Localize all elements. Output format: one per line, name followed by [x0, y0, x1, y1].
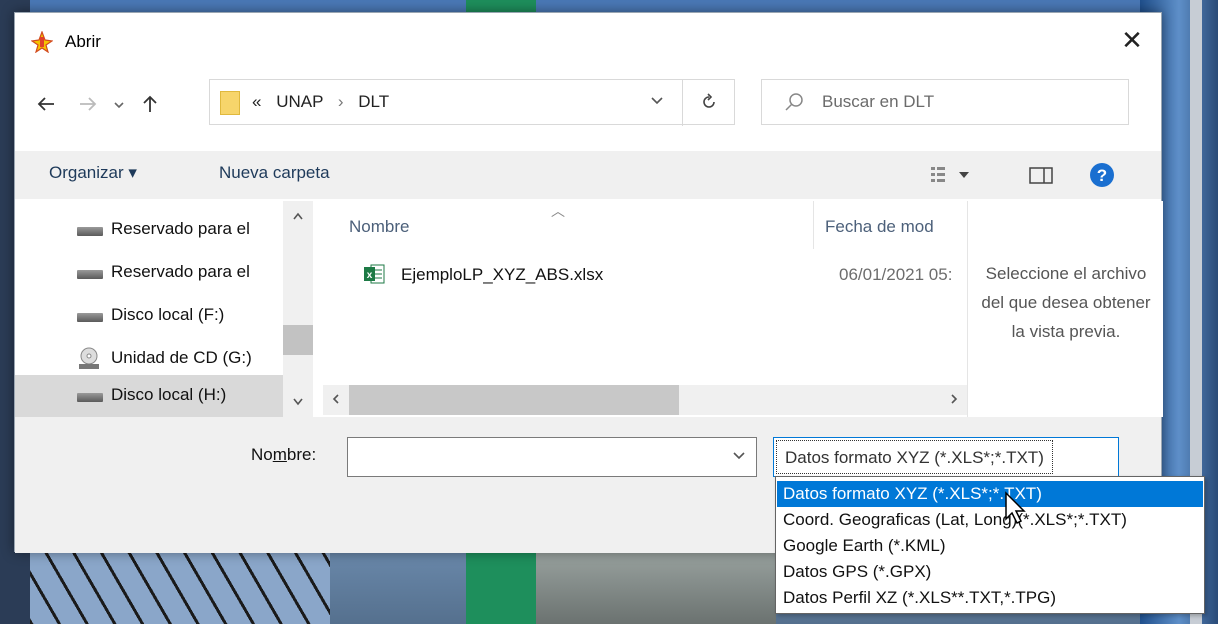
file-name-dropdown-button[interactable]	[722, 438, 756, 476]
new-folder-button[interactable]: Nueva carpeta	[219, 163, 330, 183]
nav-item-label: Disco local (H:)	[111, 385, 227, 404]
nav-item-label: Reservado para el	[111, 219, 250, 238]
breadcrumb-item[interactable]: DLT	[358, 92, 389, 111]
up-button[interactable]	[137, 87, 163, 121]
chevron-left-icon	[332, 394, 339, 404]
chevron-down-icon	[293, 398, 303, 406]
scroll-thumb[interactable]	[283, 325, 313, 355]
address-dropdown-button[interactable]	[634, 80, 680, 126]
organize-button[interactable]: Organizar ▾	[49, 163, 137, 183]
list-item[interactable]: x EjemploLP_XYZ_ABS.xlsx 06/01/2021 05:	[343, 259, 963, 291]
nav-item-label: Reservado para el	[111, 262, 250, 281]
column-header-date[interactable]: Fecha de mod	[825, 217, 934, 237]
drive-icon	[77, 270, 103, 279]
address-bar[interactable]: « UNAP › DLT	[209, 79, 735, 126]
drive-icon	[77, 393, 103, 402]
scroll-right-button[interactable]	[941, 385, 967, 415]
file-list-scrollbar[interactable]	[323, 385, 967, 415]
column-header-name[interactable]: Nombre	[349, 217, 409, 237]
dialog-title: Abrir	[65, 32, 101, 51]
help-icon: ?	[1090, 163, 1114, 187]
preview-pane-icon	[1029, 167, 1053, 184]
forward-button[interactable]	[75, 87, 101, 121]
nav-scrollbar[interactable]	[283, 201, 313, 417]
breadcrumb-overflow[interactable]: «	[252, 92, 261, 111]
toolbar: Organizar ▾ Nueva carpeta ?	[15, 151, 1161, 199]
help-button[interactable]: ?	[1089, 163, 1115, 187]
file-type-option[interactable]: Coord. Geograficas (Lat, Long)(*.XLS*;*.…	[777, 507, 1203, 533]
file-name-label-part: No	[251, 445, 273, 464]
scroll-down-button[interactable]	[283, 387, 313, 417]
drive-icon	[77, 227, 103, 236]
drive-icon	[77, 313, 103, 322]
navigation-pane: Reservado para el Reservado para el Disc…	[15, 201, 315, 417]
chevron-down-icon	[651, 97, 663, 105]
nav-item-cd-g[interactable]: Unidad de CD (G:)	[15, 338, 295, 380]
refresh-icon	[702, 93, 715, 108]
title-bar: Abrir ✕	[15, 13, 1161, 69]
cd-drive-icon	[79, 347, 99, 369]
file-type-select[interactable]: Datos formato XYZ (*.XLS*;*.TXT)	[773, 437, 1119, 477]
file-name-combobox[interactable]	[347, 437, 757, 477]
preview-pane-button[interactable]	[1027, 163, 1055, 187]
nav-item-disco-f[interactable]: Disco local (F:)	[15, 295, 295, 337]
change-view-button[interactable]	[929, 163, 979, 187]
nav-item-label: Disco local (F:)	[111, 305, 225, 324]
chevron-up-icon	[293, 212, 303, 220]
chevron-down-icon	[114, 102, 124, 109]
sort-indicator-icon: ︿	[551, 203, 565, 219]
file-type-selected: Datos formato XYZ (*.XLS*;*.TXT)	[776, 440, 1053, 474]
svg-text:?: ?	[1097, 166, 1107, 185]
open-file-dialog: Abrir ✕ « UNAP › DLT Buscar en DLT Organ…	[14, 12, 1163, 553]
file-type-option[interactable]: Datos Perfil XZ (*.XLS**.TXT,*.TPG)	[777, 585, 1203, 611]
column-separator[interactable]	[813, 201, 814, 249]
chevron-down-icon	[733, 452, 745, 460]
file-type-dropdown-list: Datos formato XYZ (*.XLS*;*.TXT) Coord. …	[775, 476, 1205, 614]
breadcrumb: « UNAP › DLT	[252, 92, 389, 112]
file-name-label-part: bre:	[286, 445, 317, 464]
refresh-button[interactable]	[682, 80, 734, 126]
close-button[interactable]: ✕	[1115, 25, 1149, 57]
search-input[interactable]	[822, 90, 1112, 114]
search-icon	[785, 93, 803, 111]
view-list-icon	[931, 167, 969, 182]
file-type-option[interactable]: Google Earth (*.KML)	[777, 533, 1203, 559]
excel-icon: x	[364, 264, 385, 284]
arrow-up-icon	[143, 95, 157, 112]
nav-item-label: Unidad de CD (G:)	[111, 348, 252, 367]
nav-item-reserved-1[interactable]: Reservado para el	[15, 209, 295, 251]
preview-pane: Seleccione el archivo del que desea obte…	[967, 201, 1163, 417]
svg-text:x: x	[367, 270, 373, 281]
file-name-label: Nombre:	[251, 445, 316, 465]
scroll-thumb[interactable]	[349, 385, 679, 415]
recent-locations-button[interactable]	[109, 87, 129, 121]
power-tower	[30, 550, 330, 624]
file-name: EjemploLP_XYZ_ABS.xlsx	[401, 265, 604, 284]
preview-message: Seleccione el archivo del que desea obte…	[981, 264, 1151, 341]
search-box[interactable]	[761, 79, 1129, 125]
app-icon	[31, 31, 53, 53]
back-button[interactable]	[33, 87, 59, 121]
folder-icon	[220, 91, 240, 115]
nav-item-disco-h[interactable]: Disco local (H:)	[15, 375, 295, 417]
file-date: 06/01/2021 05:	[839, 265, 953, 284]
file-type-option[interactable]: Datos formato XYZ (*.XLS*;*.TXT)	[777, 481, 1203, 507]
breadcrumb-separator[interactable]: ›	[338, 92, 344, 111]
file-name-input[interactable]	[354, 444, 714, 470]
file-name-label-mnemonic: m	[272, 445, 287, 464]
mouse-cursor-icon	[1005, 491, 1026, 525]
breadcrumb-item[interactable]: UNAP	[276, 92, 323, 111]
arrow-right-icon	[80, 97, 97, 111]
rocks	[536, 550, 776, 624]
arrow-left-icon	[37, 97, 54, 111]
scroll-left-button[interactable]	[323, 385, 349, 415]
scroll-up-button[interactable]	[283, 201, 313, 231]
chevron-right-icon	[951, 394, 958, 404]
nav-item-reserved-2[interactable]: Reservado para el	[15, 252, 295, 294]
file-type-option[interactable]: Datos GPS (*.GPX)	[777, 559, 1203, 585]
